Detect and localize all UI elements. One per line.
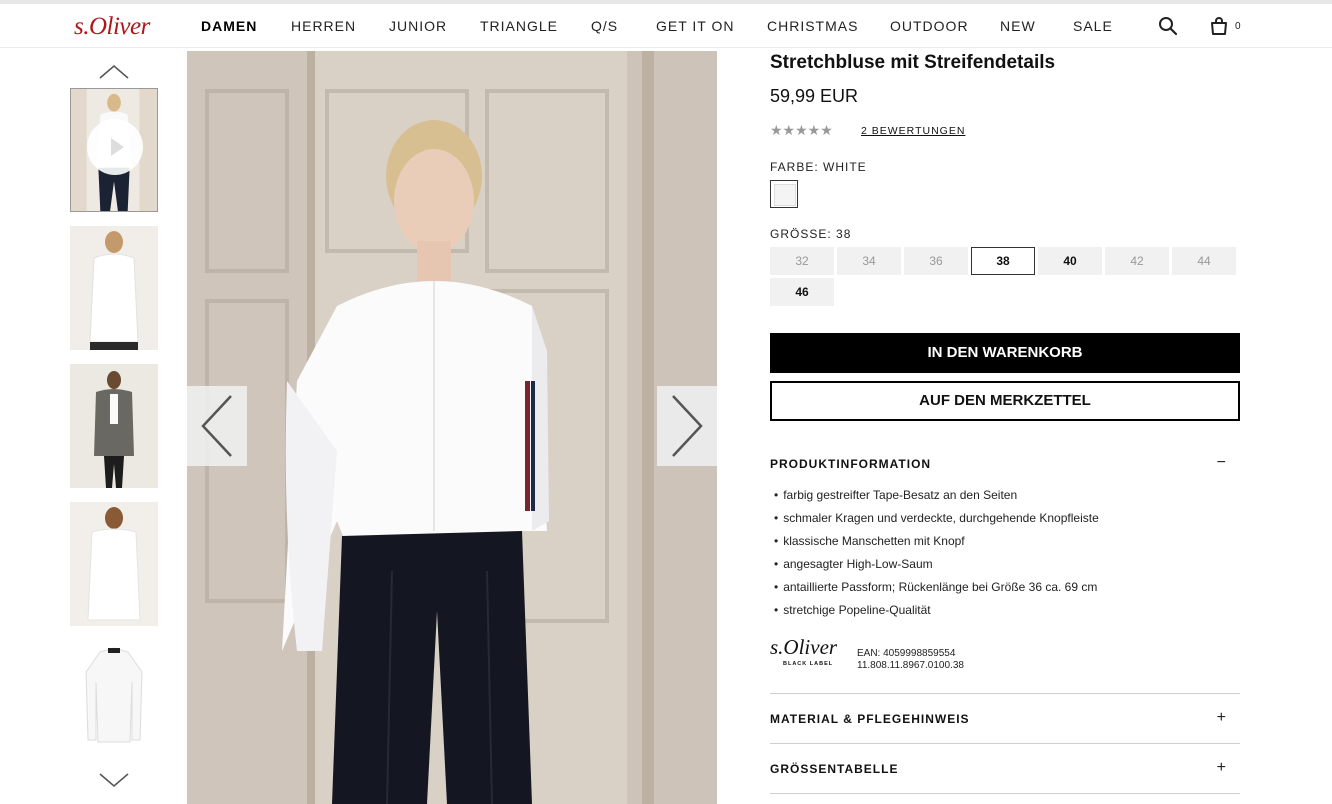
- list-item: schmaler Kragen und verdeckte, durchgehe…: [774, 511, 1099, 525]
- article-number: 11.808.11.8967.0100.38: [857, 660, 964, 671]
- black-label-logo: s.Oliver BLACK LABEL: [770, 635, 842, 673]
- accordion-title: MATERIAL & PFLEGEHINWEIS: [770, 712, 970, 726]
- cart-count-badge: 0: [1235, 21, 1241, 32]
- chevron-left-icon[interactable]: [187, 386, 247, 466]
- list-item: antaillierte Passform; Rückenlänge bei G…: [774, 580, 1097, 594]
- size-option-32[interactable]: 32: [770, 247, 834, 275]
- divider: [770, 793, 1240, 794]
- chevron-up-icon[interactable]: [98, 62, 130, 82]
- size-label: GRÖSSE: 38: [770, 227, 852, 241]
- nav-item-triangle[interactable]: TRIANGLE: [480, 18, 558, 34]
- accordion-material-care[interactable]: MATERIAL & PFLEGEHINWEIS +: [770, 709, 1240, 732]
- product-title: Stretchbluse mit Streifendetails: [770, 52, 1056, 73]
- divider: [770, 693, 1240, 694]
- nav-item-herren[interactable]: HERREN: [291, 18, 356, 34]
- add-to-cart-button[interactable]: IN DEN WARENKORB: [770, 333, 1240, 373]
- size-option-42[interactable]: 42: [1105, 247, 1169, 275]
- thumbnail-product[interactable]: [70, 642, 158, 766]
- ean-number: EAN: 4059998859554: [857, 648, 956, 659]
- nav-item-new[interactable]: NEW: [1000, 18, 1036, 34]
- color-swatch-white[interactable]: [770, 180, 798, 208]
- shopping-bag-icon[interactable]: [1207, 14, 1231, 38]
- size-option-38[interactable]: 38: [971, 247, 1035, 275]
- collapse-icon[interactable]: −: [1217, 454, 1226, 472]
- rating-stars-icon: ★★★★★: [770, 122, 833, 138]
- site-logo[interactable]: s.Oliver: [74, 13, 150, 41]
- size-option-34[interactable]: 34: [837, 247, 901, 275]
- size-option-46[interactable]: 46: [770, 278, 834, 306]
- expand-icon[interactable]: +: [1217, 709, 1226, 727]
- site-header: s.Oliver DAMEN HERREN JUNIOR TRIANGLE Q/…: [0, 4, 1332, 48]
- thumbnail-gallery: [68, 52, 160, 804]
- nav-item-qs[interactable]: Q/S: [591, 18, 618, 34]
- brand-logo-text: s.Oliver: [770, 635, 838, 659]
- play-icon[interactable]: [87, 119, 143, 175]
- add-to-wishlist-button[interactable]: AUF DEN MERKZETTEL: [770, 381, 1240, 421]
- thumbnail-back[interactable]: [70, 502, 158, 626]
- nav-item-christmas[interactable]: CHRISTMAS: [767, 18, 858, 34]
- size-option-36[interactable]: 36: [904, 247, 968, 275]
- search-icon[interactable]: [1156, 14, 1180, 38]
- nav-item-outdoor[interactable]: OUTDOOR: [890, 18, 969, 34]
- product-price: 59,99 EUR: [770, 86, 859, 106]
- divider: [770, 743, 1240, 744]
- size-option-40[interactable]: 40: [1038, 247, 1102, 275]
- nav-item-sale[interactable]: SALE: [1073, 18, 1113, 34]
- accordion-title: PRODUKTINFORMATION: [770, 457, 932, 471]
- chevron-down-icon[interactable]: [98, 770, 130, 790]
- list-item: klassische Manschetten mit Knopf: [774, 534, 964, 548]
- size-option-44[interactable]: 44: [1172, 247, 1236, 275]
- main-product-image: [187, 51, 717, 804]
- thumbnail-coat-outfit[interactable]: [70, 364, 158, 488]
- nav-item-get-it-on[interactable]: GET IT ON: [656, 18, 735, 34]
- reviews-link[interactable]: 2 BEWERTUNGEN: [861, 125, 965, 137]
- list-item: angesagter High-Low-Saum: [774, 557, 932, 571]
- thumbnail-video[interactable]: [70, 88, 158, 212]
- accordion-title: GRÖSSENTABELLE: [770, 762, 899, 776]
- color-label: FARBE: WHITE: [770, 160, 867, 174]
- brand-logo-subtext: BLACK LABEL: [783, 661, 834, 667]
- article-numbers: EAN: 4059998859554 11.808.11.8967.0100.3…: [857, 648, 964, 672]
- nav-item-damen[interactable]: DAMEN: [201, 18, 257, 34]
- list-item: stretchige Popeline-Qualität: [774, 603, 930, 617]
- nav-item-junior[interactable]: JUNIOR: [389, 18, 447, 34]
- chevron-right-icon[interactable]: [657, 386, 717, 466]
- expand-icon[interactable]: +: [1217, 759, 1226, 777]
- accordion-size-chart[interactable]: GRÖSSENTABELLE +: [770, 759, 1240, 782]
- list-item: farbig gestreifter Tape-Besatz an den Se…: [774, 488, 1017, 502]
- accordion-product-info[interactable]: PRODUKTINFORMATION −: [770, 454, 1240, 477]
- thumbnail-front[interactable]: [70, 226, 158, 350]
